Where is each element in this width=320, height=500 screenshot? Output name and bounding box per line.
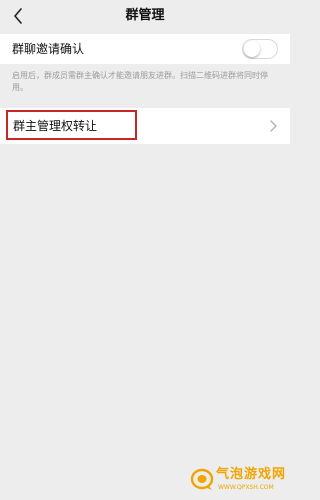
invite-confirm-description: 启用后，群成员需群主确认才能邀请朋友进群。扫描二维码进群将同时停用。 [12,71,268,92]
chevron-right-icon [270,120,277,132]
watermark-url: WWW.QPXSH.COM [218,484,274,491]
toggle-knob [244,41,260,57]
invite-confirm-toggle[interactable] [242,39,278,59]
invite-confirm-row: 群聊邀请确认 [0,34,290,64]
page-title: 群管理 [125,8,165,23]
site-watermark: 气泡游戏网 WWW.QPXSH.COM [190,466,285,494]
owner-transfer-row[interactable]: 群主管理权转让 [0,108,290,144]
nav-bar: 群管理 [0,0,290,32]
invite-confirm-label: 群聊邀请确认 [12,42,85,56]
bubble-logo-icon [190,468,214,490]
owner-transfer-label: 群主管理权转让 [13,119,98,133]
watermark-name: 气泡游戏网 [216,467,287,482]
